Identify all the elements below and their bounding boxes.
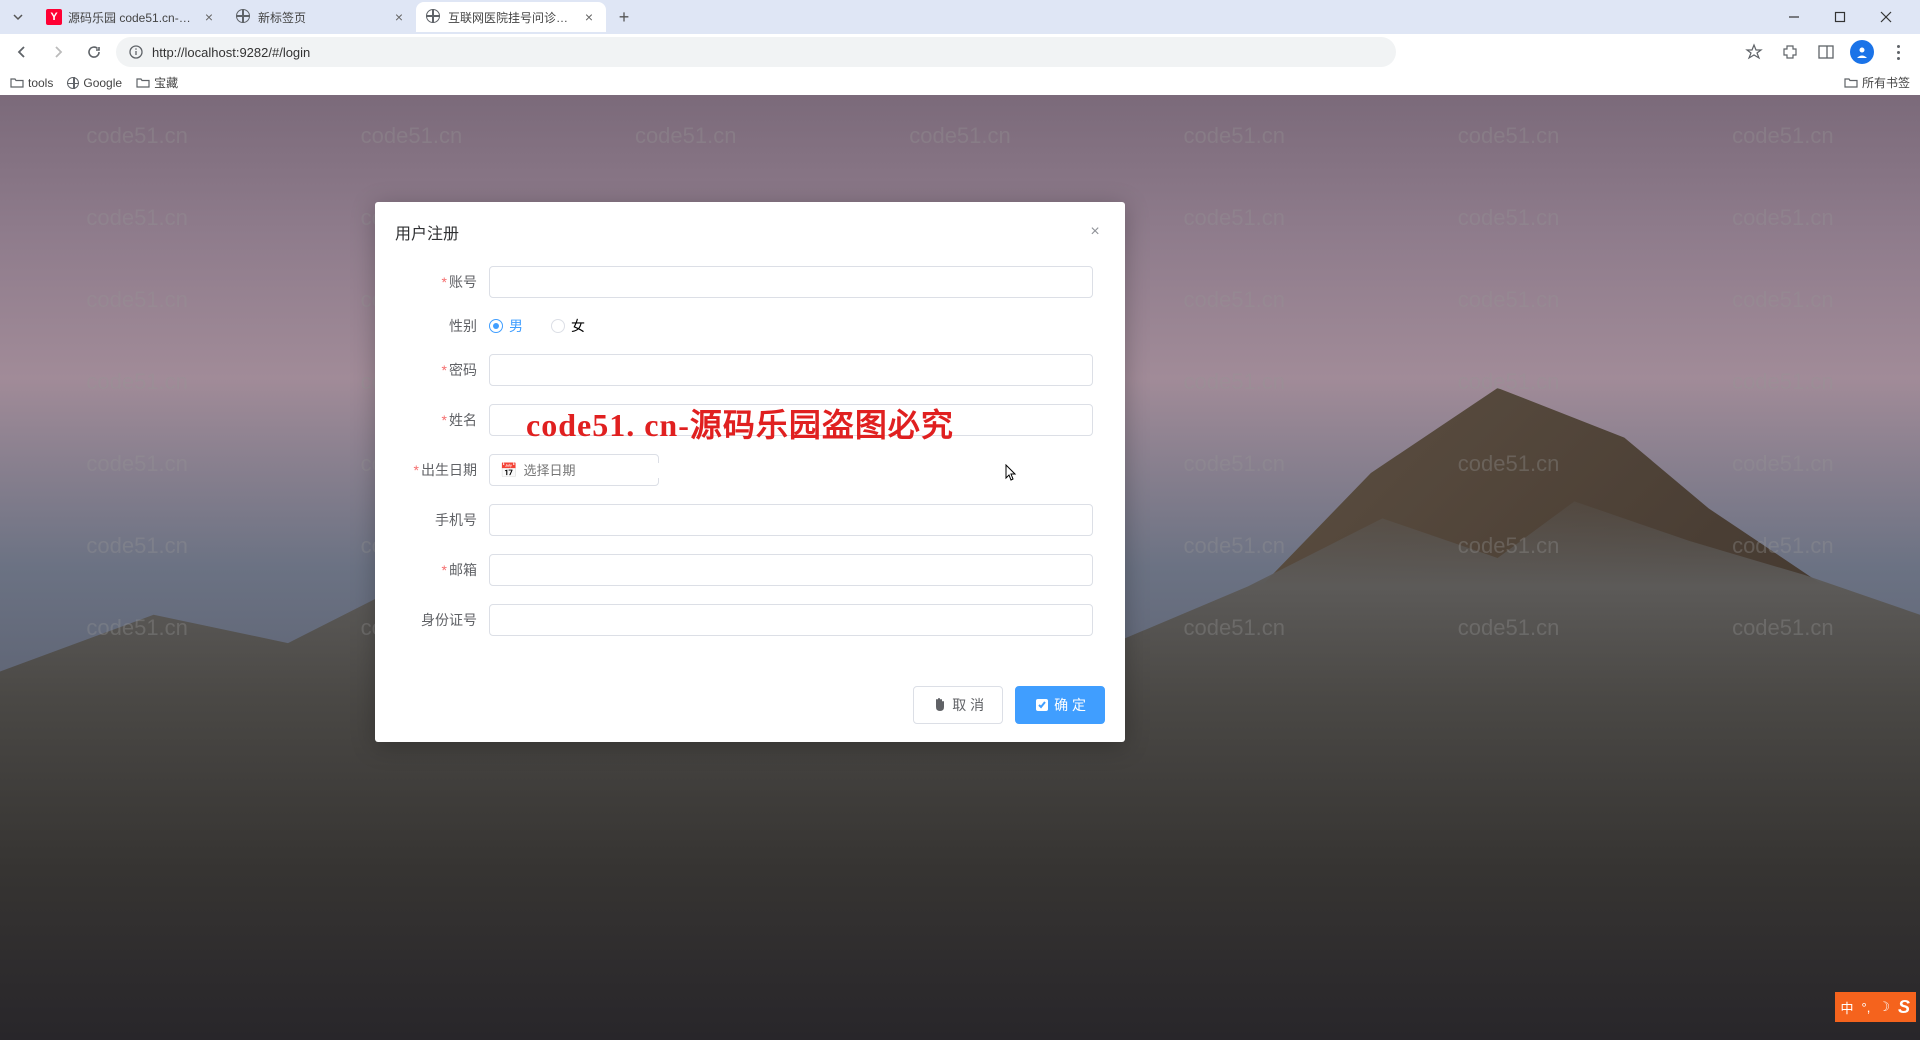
favicon-y-icon: Y [46, 9, 62, 25]
confirm-button[interactable]: 确 定 [1015, 686, 1105, 724]
url-bar[interactable] [116, 37, 1396, 67]
folder-icon [136, 76, 150, 90]
button-label: 取 消 [952, 695, 984, 715]
tab-search-button[interactable] [8, 7, 28, 27]
all-bookmarks-button[interactable]: 所有书签 [1844, 74, 1910, 91]
birthdate-picker[interactable]: 📅 [489, 454, 659, 486]
modal-title: 用户注册 [395, 220, 459, 244]
reload-button[interactable] [80, 38, 108, 66]
close-icon[interactable]: × [392, 10, 406, 24]
window-controls [1780, 3, 1912, 31]
folder-icon [10, 76, 24, 90]
bookmark-treasure[interactable]: 宝藏 [136, 74, 178, 91]
close-window-button[interactable] [1872, 3, 1900, 31]
idcard-input[interactable] [489, 604, 1093, 636]
modal-header: 用户注册 × [375, 202, 1125, 256]
tab-title: 源码乐园 code51.cn-项目论文 [68, 9, 198, 26]
radio-icon [551, 319, 565, 333]
bookmark-label: 所有书签 [1862, 74, 1910, 91]
gender-radio-group: 男 女 [489, 316, 585, 336]
ime-punct: °, [1862, 1000, 1871, 1015]
bookmark-label: Google [83, 76, 122, 90]
globe-icon [67, 77, 79, 89]
password-input[interactable] [489, 354, 1093, 386]
tab-title: 新标签页 [258, 9, 388, 26]
favicon-globe-icon [426, 9, 442, 25]
check-icon [1034, 697, 1050, 713]
cursor-icon [1003, 464, 1019, 489]
idcard-label: 身份证号 [407, 610, 489, 630]
hand-icon [932, 697, 948, 713]
url-input[interactable] [152, 45, 1384, 60]
password-label: *密码 [407, 360, 489, 380]
tab-newtab[interactable]: 新标签页 × [226, 2, 416, 32]
cancel-button[interactable]: 取 消 [913, 686, 1003, 724]
phone-label: 手机号 [407, 510, 489, 530]
account-label: *账号 [407, 272, 489, 292]
maximize-button[interactable] [1826, 3, 1854, 31]
calendar-icon: 📅 [500, 462, 517, 479]
email-label: *邮箱 [407, 560, 489, 580]
gender-label: 性别 [407, 316, 489, 336]
radio-label: 女 [571, 316, 585, 336]
tab-hospital-system[interactable]: 互联网医院挂号问诊系统 × [416, 2, 606, 32]
gender-female-radio[interactable]: 女 [551, 316, 585, 336]
ime-lang: 中 [1841, 998, 1854, 1017]
bookmark-label: 宝藏 [154, 74, 178, 91]
ime-logo-icon: S [1898, 997, 1910, 1018]
profile-button[interactable] [1848, 38, 1876, 66]
nav-bar [0, 34, 1920, 70]
tab-bar: Y 源码乐园 code51.cn-项目论文 × 新标签页 × 互联网医院挂号问诊… [0, 0, 1920, 34]
modal-footer: 取 消 确 定 [375, 674, 1125, 742]
email-input[interactable] [489, 554, 1093, 586]
browser-chrome: Y 源码乐园 code51.cn-项目论文 × 新标签页 × 互联网医院挂号问诊… [0, 0, 1920, 95]
tab-code51[interactable]: Y 源码乐园 code51.cn-项目论文 × [36, 2, 226, 32]
phone-input[interactable] [489, 504, 1093, 536]
name-label: *姓名 [407, 410, 489, 430]
name-input[interactable] [489, 404, 1093, 436]
bookmark-label: tools [28, 76, 53, 90]
tab-title: 互联网医院挂号问诊系统 [448, 9, 578, 26]
bookmark-star-icon[interactable] [1740, 38, 1768, 66]
birthdate-input[interactable] [523, 463, 699, 478]
new-tab-button[interactable]: + [610, 3, 638, 31]
ime-moon-icon: ☽ [1878, 999, 1890, 1015]
forward-button[interactable] [44, 38, 72, 66]
ime-indicator[interactable]: 中 °, ☽ S [1835, 992, 1917, 1022]
button-label: 确 定 [1054, 695, 1086, 715]
gender-male-radio[interactable]: 男 [489, 316, 523, 336]
close-icon[interactable]: × [202, 10, 216, 24]
favicon-globe-icon [236, 9, 252, 25]
radio-icon [489, 319, 503, 333]
birthdate-label: *出生日期 [407, 460, 489, 480]
back-button[interactable] [8, 38, 36, 66]
extensions-icon[interactable] [1776, 38, 1804, 66]
menu-button[interactable] [1884, 38, 1912, 66]
close-icon[interactable]: × [1085, 222, 1105, 242]
account-input[interactable] [489, 266, 1093, 298]
minimize-button[interactable] [1780, 3, 1808, 31]
info-icon[interactable] [128, 44, 144, 60]
close-icon[interactable]: × [582, 10, 596, 24]
folder-icon [1844, 76, 1858, 90]
bookmark-tools[interactable]: tools [10, 76, 53, 90]
radio-label: 男 [509, 316, 523, 336]
bookmark-bar: tools Google 宝藏 所有书签 [0, 70, 1920, 95]
sidepanel-icon[interactable] [1812, 38, 1840, 66]
bookmark-google[interactable]: Google [67, 76, 122, 90]
